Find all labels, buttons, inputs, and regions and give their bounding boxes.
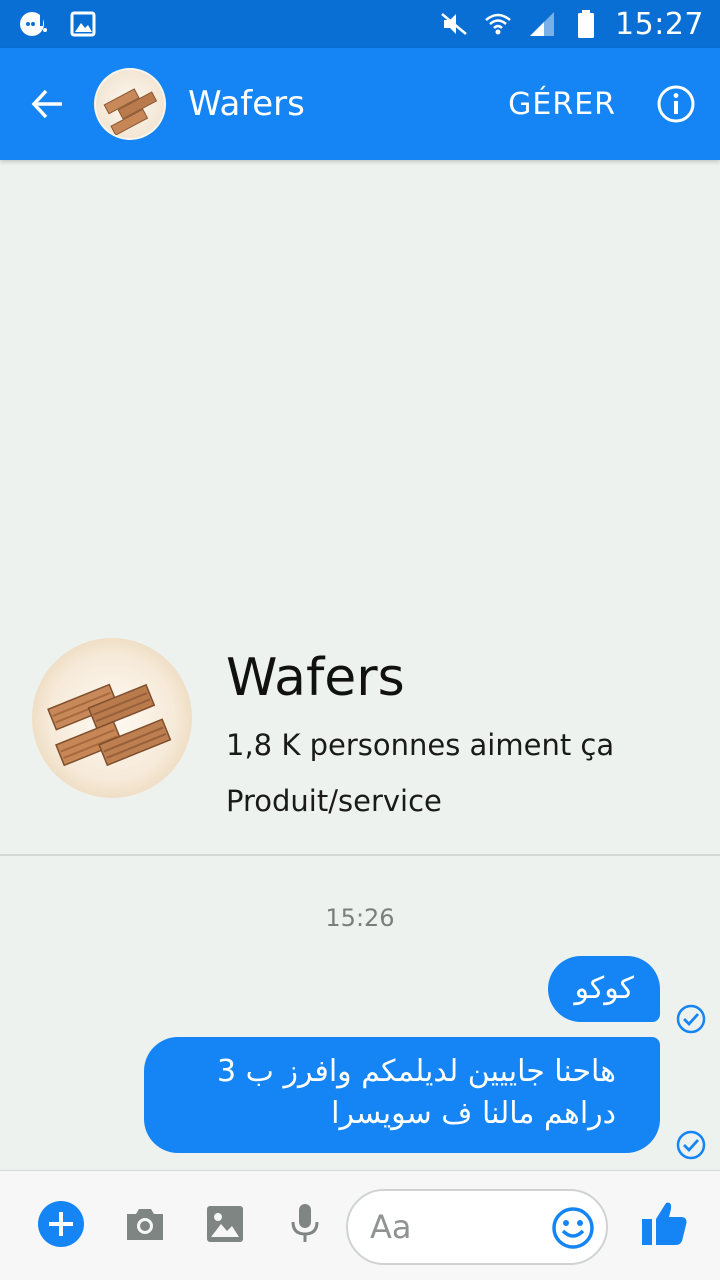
sent-check-icon xyxy=(676,1004,706,1034)
conversation-title[interactable]: Wafers xyxy=(188,84,305,124)
info-icon[interactable] xyxy=(646,74,706,134)
wafer-avatar[interactable] xyxy=(94,68,166,140)
image-icon[interactable] xyxy=(200,1199,250,1249)
thumbs-up-icon[interactable] xyxy=(636,1195,692,1251)
message-bubble[interactable]: هاحنا جاييين لديلمكم وافرز ب 3 دراهم مال… xyxy=(144,1037,660,1153)
emoji-icon[interactable] xyxy=(550,1205,596,1251)
battery-icon xyxy=(571,9,601,39)
microphone-icon[interactable] xyxy=(280,1199,330,1249)
mute-icon xyxy=(439,9,469,39)
message-composer xyxy=(0,1170,720,1280)
plus-icon[interactable] xyxy=(36,1199,86,1249)
sent-check-icon xyxy=(676,1130,706,1160)
status-time: 15:27 xyxy=(615,6,704,42)
wifi-icon xyxy=(483,9,513,39)
page-profile-picture[interactable] xyxy=(32,638,192,798)
manage-button[interactable]: GÉRER xyxy=(508,87,616,122)
message-input-field[interactable] xyxy=(346,1189,608,1265)
camera-icon[interactable] xyxy=(120,1199,170,1249)
page-name[interactable]: Wafers xyxy=(226,648,405,708)
page-category: Produit/service xyxy=(226,784,442,818)
back-arrow-icon[interactable] xyxy=(18,74,78,134)
signal-icon xyxy=(527,9,557,39)
status-bar: 15:27 xyxy=(0,0,720,48)
page-likes-count: 1,8 K personnes aiment ça xyxy=(226,728,615,762)
conversation-header: Wafers GÉRER xyxy=(0,48,720,160)
message-input[interactable] xyxy=(370,1205,550,1249)
message-bubble[interactable]: كوكو xyxy=(548,956,660,1022)
messenger-notification-icon xyxy=(18,9,48,39)
page-info-card: Wafers 1,8 K personnes aiment ça Produit… xyxy=(0,620,720,856)
message-timestamp: 15:26 xyxy=(325,904,395,932)
gallery-notification-icon xyxy=(68,9,98,39)
